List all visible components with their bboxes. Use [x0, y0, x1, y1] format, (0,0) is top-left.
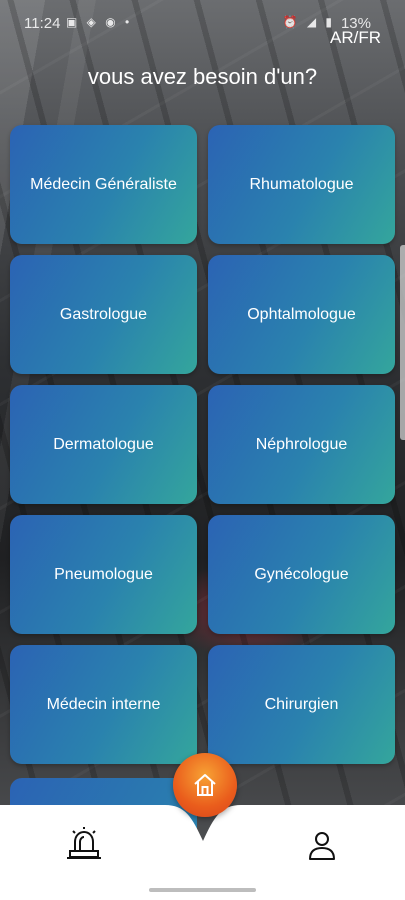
language-toggle[interactable]: AR/FR [330, 28, 381, 48]
specialty-card-pneumologue[interactable]: Pneumologue [10, 515, 197, 634]
specialty-grid: Médecin Généraliste Rhumatologue Gastrol… [10, 125, 395, 764]
specialty-card-gynecologue[interactable]: Gynécologue [208, 515, 395, 634]
specialty-card-medecin-interne[interactable]: Médecin interne [10, 645, 197, 764]
specialty-card-gastrologue[interactable]: Gastrologue [10, 255, 197, 374]
profile-nav-button[interactable] [306, 829, 338, 861]
bottom-navigation [0, 805, 405, 900]
notification-icons: ▣ ◈ ◉ • [66, 15, 133, 29]
specialty-card-chirurgien[interactable]: Chirurgien [208, 645, 395, 764]
specialty-card-nephrologue[interactable]: Néphrologue [208, 385, 395, 504]
specialty-card-medecin-generaliste[interactable]: Médecin Généraliste [10, 125, 197, 244]
specialty-card-rhumatologue[interactable]: Rhumatologue [208, 125, 395, 244]
emergency-nav-button[interactable] [64, 827, 104, 863]
page-title: vous avez besoin d'un? [87, 64, 318, 89]
scrollbar[interactable] [400, 245, 405, 440]
home-icon [194, 774, 216, 796]
bottom-nav-background [0, 805, 405, 900]
specialty-card-ophtalmologue[interactable]: Ophtalmologue [208, 255, 395, 374]
user-profile-icon [309, 832, 335, 860]
home-button[interactable] [173, 753, 237, 817]
system-icons: ⏰ ◢ ▮ [282, 15, 335, 29]
specialty-card-dermatologue[interactable]: Dermatologue [10, 385, 197, 504]
status-time: 11:24 [24, 15, 61, 32]
emergency-siren-icon [67, 827, 101, 859]
gesture-home-indicator [149, 888, 256, 892]
